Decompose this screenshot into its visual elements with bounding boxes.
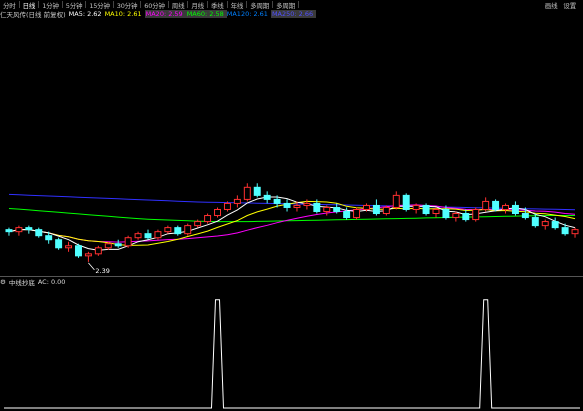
ma250-value: MA250: 2.66	[270, 9, 317, 18]
candle-body	[15, 227, 23, 233]
candle-body	[154, 231, 162, 239]
candle-body	[273, 198, 281, 204]
candle-body	[45, 235, 53, 241]
candle-body	[144, 233, 152, 239]
indicator-name[interactable]: 中线抄底	[9, 277, 38, 287]
candle-body	[353, 208, 361, 219]
candle-body	[283, 202, 291, 208]
candle-body	[204, 215, 212, 223]
candle-body	[452, 213, 460, 219]
candle-body	[402, 194, 410, 210]
candle-body	[412, 204, 420, 210]
candle-body	[55, 239, 63, 249]
candle-body	[114, 243, 122, 247]
ma5-value: MA5: 2.62	[68, 9, 102, 18]
ma120-line	[8, 193, 576, 211]
indicator-header: ⚙ 中线抄底 AC: 0.00	[0, 277, 68, 287]
candle-body	[323, 206, 331, 212]
candle-body	[233, 198, 241, 204]
candlestick-chart[interactable]: 2.39	[0, 18, 583, 276]
candle-body	[293, 204, 301, 208]
low-price-label: 2.39	[95, 267, 109, 275]
candle-body	[571, 229, 579, 235]
indicator-value: AC: 0.00	[37, 277, 66, 286]
candle-body	[511, 204, 519, 215]
period-toolbar: 分时 日线 1分钟 5分钟 15分钟 30分钟 60分钟 周线 月线 季线 年线 多周期 多周期	[0, 0, 583, 10]
candle-body	[35, 229, 43, 237]
candle-body	[333, 206, 341, 212]
ma120-value: MA120: 2.61	[226, 9, 268, 18]
candle-body	[343, 211, 351, 219]
candle-body	[541, 221, 549, 227]
candle-body	[214, 208, 221, 217]
candle-body	[263, 194, 271, 200]
candle-body	[124, 237, 132, 247]
candle-body	[253, 186, 261, 196]
candle-body	[303, 202, 311, 206]
candle-body	[442, 208, 450, 219]
candle-body	[462, 213, 470, 221]
candle-body	[363, 204, 370, 210]
candle-body	[184, 225, 192, 235]
candle-body	[5, 229, 13, 233]
candle-body	[472, 208, 480, 221]
candle-body	[25, 227, 33, 231]
candle-body	[65, 245, 73, 249]
candle-body	[104, 243, 112, 249]
candle-body	[392, 194, 400, 208]
ma5-line	[8, 196, 576, 251]
ma20-value: MA20: 2.59	[144, 9, 186, 18]
candle-body	[164, 227, 172, 233]
candle-body	[521, 213, 529, 219]
candle-body	[382, 206, 390, 215]
candle-body	[551, 221, 559, 229]
candle-body	[134, 233, 142, 239]
low-price-pointer	[88, 262, 95, 271]
ma10-value: MA10: 2.61	[104, 9, 142, 18]
candle-body	[94, 247, 102, 255]
pane-divider[interactable]	[0, 276, 583, 277]
candle-body	[84, 253, 92, 257]
ma60-value: MA60: 2.58	[185, 9, 227, 18]
candle-body	[372, 204, 380, 215]
candle-body	[561, 227, 569, 235]
candle-body	[243, 186, 251, 200]
indicator-signal-line	[4, 299, 580, 409]
candle-body	[174, 227, 182, 235]
candle-body	[422, 204, 430, 215]
ma-info-row: 仁天风传(日线 前复权) MA5: 2.62 MA10: 2.61 MA20: …	[0, 9, 583, 19]
candle-body	[492, 200, 500, 210]
indicator-gear-icon[interactable]: ⚙	[0, 278, 9, 286]
candle-body	[223, 202, 231, 210]
candle-body	[313, 202, 321, 212]
indicator-chart[interactable]	[0, 287, 583, 411]
stock-title[interactable]: 仁天风传(日线 前复权)	[0, 9, 69, 19]
candle-body	[502, 204, 509, 210]
toolbar-separator	[298, 1, 300, 8]
candle-body	[194, 221, 202, 227]
candle-body	[482, 200, 490, 210]
candle-body	[531, 217, 539, 227]
candle-body	[75, 245, 82, 257]
candle-body	[432, 208, 440, 215]
